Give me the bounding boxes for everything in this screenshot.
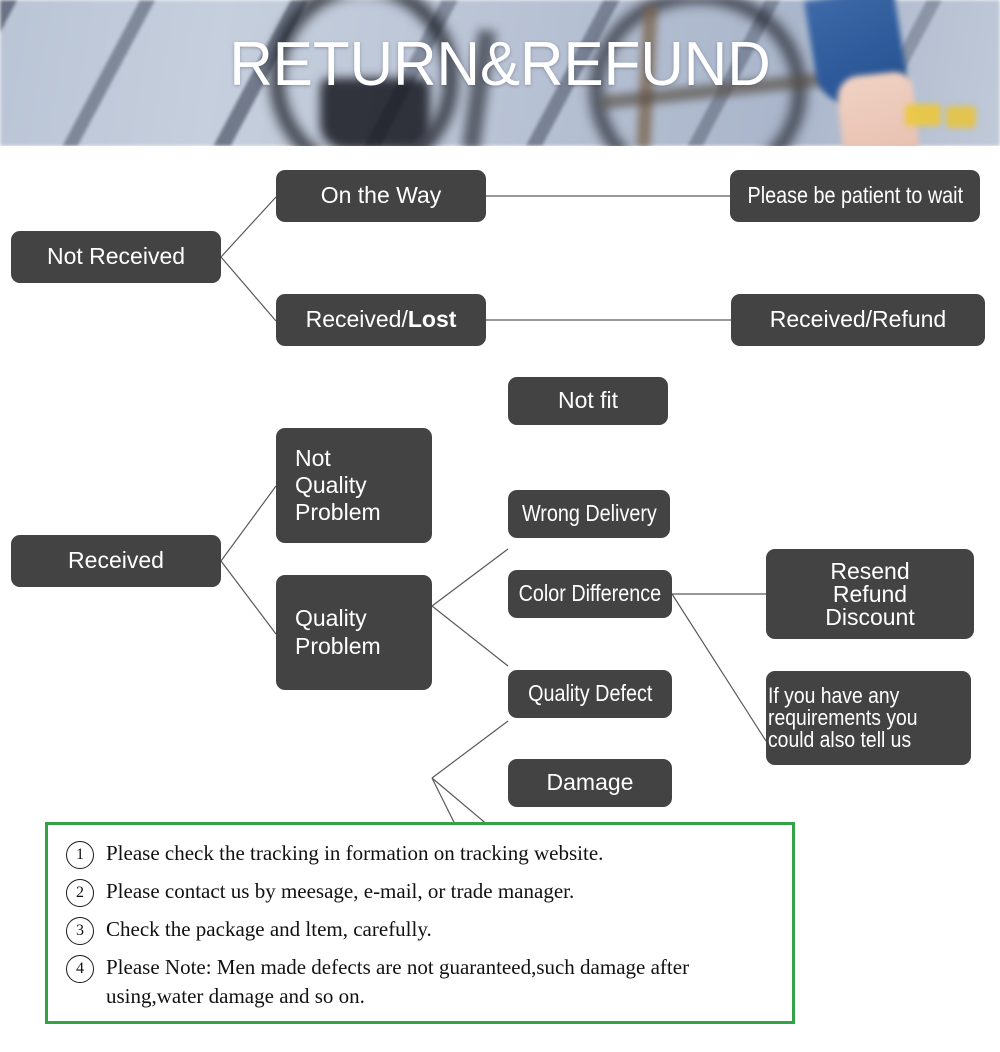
resend-line-3: Discount <box>825 603 915 630</box>
node-received-lost[interactable]: Received/Lost <box>276 294 486 346</box>
flowchart: Not Received Received On the Way Receive… <box>0 146 1000 826</box>
line-nqp-to-wrong-delivery <box>431 605 509 667</box>
node-please-be-patient-label: Please be patient to wait <box>747 182 963 209</box>
page-root: RETURN&REFUND Not Received Received On t… <box>0 0 1000 1052</box>
note-text: Please Note: Men made defects are not gu… <box>106 955 690 1008</box>
note-number-badge: 2 <box>66 879 94 907</box>
node-quality-problem-label: Quality Problem <box>295 605 381 659</box>
node-color-difference[interactable]: Color Difference <box>508 570 672 618</box>
line-not-received-to-received-lost <box>220 256 277 322</box>
node-please-be-patient[interactable]: Please be patient to wait <box>730 170 980 222</box>
node-requirements-label: If you have any requirements you could a… <box>768 685 938 751</box>
node-resend-refund-discount-label: Resend Refund Discount <box>766 559 974 630</box>
node-resend-refund-discount[interactable]: Resend Refund Discount <box>766 549 974 639</box>
node-received-lost-prefix: Received/ <box>305 306 408 333</box>
line-received-to-quality-problem <box>220 560 277 635</box>
req-line-3: could also tell us <box>768 727 912 752</box>
node-quality-defect[interactable]: Quality Defect <box>508 670 672 718</box>
req-line-1: If you have any <box>768 683 900 708</box>
node-damage[interactable]: Damage <box>508 759 672 807</box>
node-not-fit-label: Not fit <box>557 387 619 414</box>
node-wrong-delivery-label: Wrong Delivery <box>521 500 657 527</box>
line-not-received-to-on-the-way <box>220 196 277 258</box>
notes-box: 1 Please check the tracking in formation… <box>45 822 795 1024</box>
node-received-lost-label: Received/Lost <box>276 306 486 333</box>
node-not-quality-problem[interactable]: Not Quality Problem <box>276 428 432 543</box>
node-received[interactable]: Received <box>11 535 221 587</box>
node-color-difference-label: Color Difference <box>518 580 662 607</box>
yellow-marker-shape <box>905 104 941 126</box>
node-not-received[interactable]: Not Received <box>11 231 221 283</box>
node-not-fit[interactable]: Not fit <box>508 377 668 425</box>
node-received-lost-bold: Lost <box>407 306 457 333</box>
note-text: Check the package and ltem, carefully. <box>106 917 432 941</box>
node-received-refund-label: Received/Refund <box>769 306 947 333</box>
line-nqp-to-not-fit <box>431 548 509 607</box>
header-banner: RETURN&REFUND <box>0 0 1000 146</box>
node-received-refund[interactable]: Received/Refund <box>731 294 985 346</box>
node-quality-problem[interactable]: Quality Problem <box>276 575 432 690</box>
node-on-the-way[interactable]: On the Way <box>276 170 486 222</box>
line-received-to-not-quality-problem <box>220 485 277 562</box>
note-item: 4 Please Note: Men made defects are not … <box>66 953 774 1011</box>
qp-line-2: Problem <box>295 632 381 659</box>
note-item: 2 Please contact us by meesage, e-mail, … <box>66 877 774 907</box>
note-item: 1 Please check the tracking in formation… <box>66 839 774 869</box>
yellow-marker-shape-2 <box>946 106 976 128</box>
node-on-the-way-label: On the Way <box>320 182 442 209</box>
nqp-line-3: Problem <box>295 499 381 526</box>
line-color-difference-to-requirements <box>671 593 767 742</box>
node-if-you-have-any-requirements[interactable]: If you have any requirements you could a… <box>766 671 971 765</box>
qp-line-1: Quality <box>295 605 367 632</box>
note-text: Please contact us by meesage, e-mail, or… <box>106 879 575 903</box>
node-wrong-delivery[interactable]: Wrong Delivery <box>508 490 670 538</box>
note-number-badge: 1 <box>66 841 94 869</box>
note-item: 3 Check the package and ltem, carefully. <box>66 915 774 945</box>
node-received-label: Received <box>68 547 164 574</box>
note-text: Please check the tracking in formation o… <box>106 841 604 865</box>
note-number-badge: 4 <box>66 955 94 983</box>
node-quality-defect-label: Quality Defect <box>527 680 653 707</box>
banner-title: RETURN&REFUND <box>229 30 771 99</box>
line-qp-to-damage <box>431 777 457 826</box>
note-number-badge: 3 <box>66 917 94 945</box>
node-damage-label: Damage <box>546 769 634 796</box>
line-qp-to-color-difference <box>431 720 509 779</box>
nqp-line-1: Not <box>295 444 331 471</box>
node-not-received-label: Not Received <box>46 243 186 270</box>
nqp-line-2: Quality <box>295 471 367 498</box>
node-not-quality-problem-label: Not Quality Problem <box>295 445 381 526</box>
req-line-2: requirements you <box>768 705 918 730</box>
